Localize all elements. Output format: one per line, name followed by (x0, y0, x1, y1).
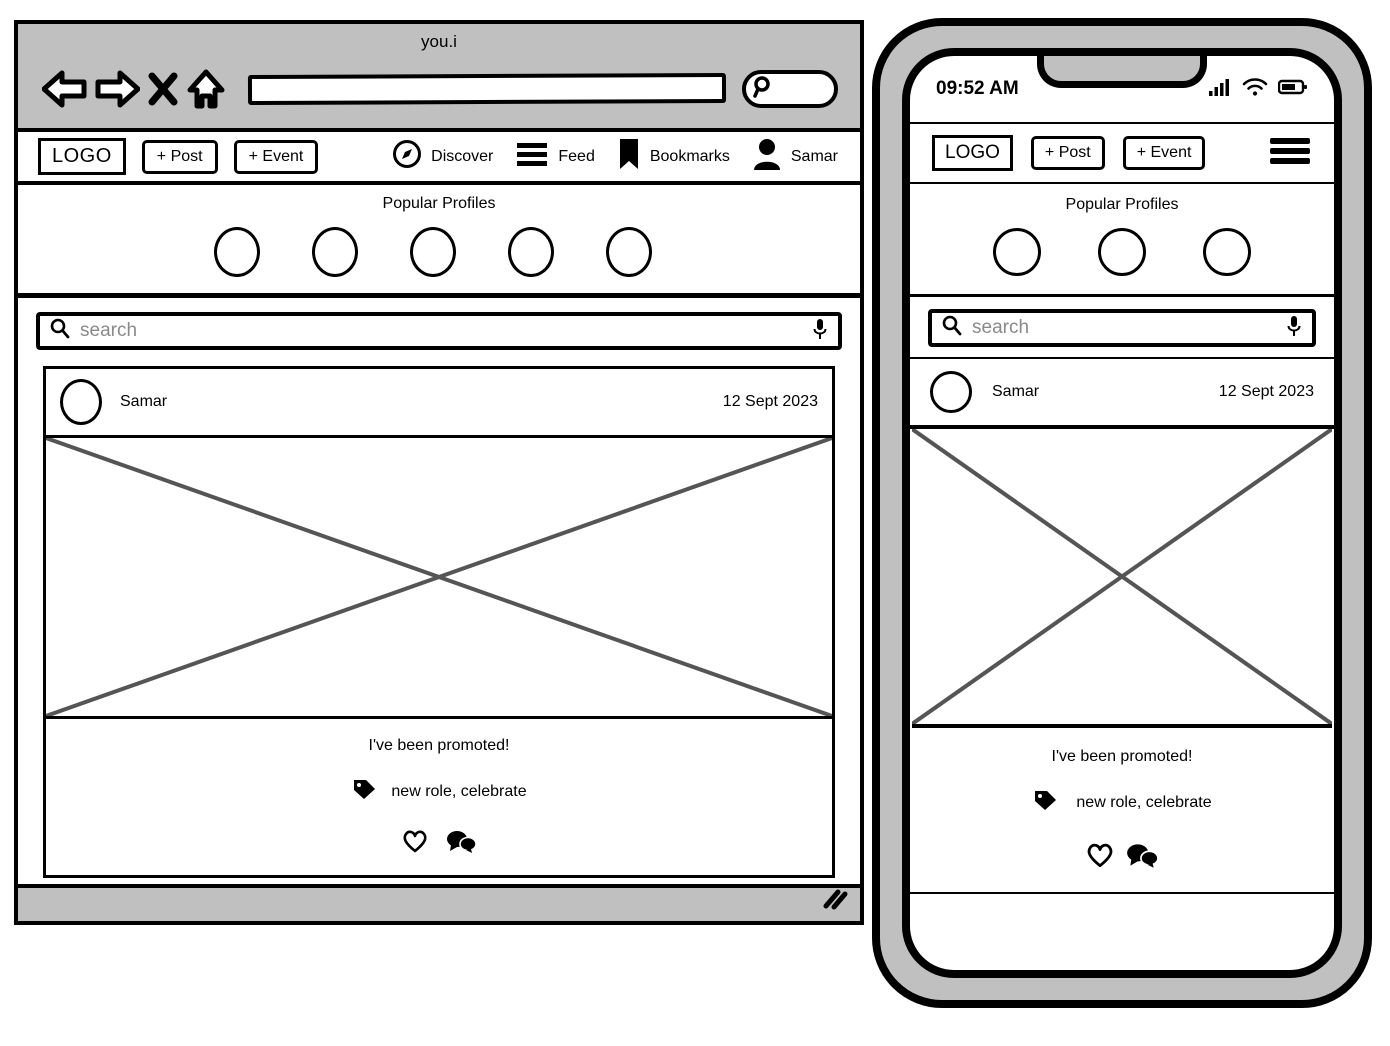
post-actions (46, 828, 832, 859)
avatar[interactable] (930, 371, 972, 413)
post-actions (910, 841, 1334, 874)
comment-icon[interactable] (445, 828, 477, 859)
post-header: Samar 12 Sept 2023 (46, 369, 832, 438)
add-post-button[interactable]: + Post (141, 139, 218, 174)
popular-profiles-list (910, 228, 1334, 276)
add-event-button[interactable]: + Event (233, 139, 319, 174)
search-icon (50, 318, 70, 345)
app-navigation-bar: LOGO + Post + Event Discover Feed Bookma (18, 132, 860, 185)
search-icon (753, 75, 775, 104)
comment-icon[interactable] (1125, 841, 1159, 874)
microphone-icon[interactable] (1286, 314, 1302, 343)
post-caption: I've been promoted! (1051, 748, 1193, 765)
url-input[interactable] (247, 72, 727, 106)
mobile-post-card: Samar 12 Sept 2023 I've been promoted! n… (910, 359, 1334, 894)
browser-search-box[interactable] (742, 70, 838, 108)
post-image-placeholder (46, 438, 832, 719)
status-time: 09:52 AM (936, 78, 1019, 99)
nav-label-bookmarks: Bookmarks (649, 147, 730, 165)
post-author: Samar (120, 393, 168, 410)
avatar[interactable] (410, 227, 456, 277)
post-author: Samar (992, 383, 1040, 400)
resize-grip-icon[interactable] (822, 888, 848, 915)
mobile-phone-frame: 09:52 AM LOGO + Post + Event Popular Pro… (872, 18, 1372, 1008)
bookmark-icon (617, 137, 641, 176)
mobile-screen: 09:52 AM LOGO + Post + Event Popular Pro… (902, 48, 1342, 978)
phone-notch (1037, 56, 1207, 88)
avatar[interactable] (993, 228, 1041, 276)
person-icon (752, 137, 782, 176)
nav-item-profile[interactable]: Samar (752, 137, 838, 176)
mobile-popular-profiles-section: Popular Profiles (910, 184, 1334, 297)
logo[interactable]: LOGO (932, 135, 1013, 171)
search-placeholder: search (972, 317, 1030, 338)
post-card: Samar 12 Sept 2023 I've been promoted! n… (43, 366, 835, 878)
search-placeholder: search (80, 320, 138, 341)
heart-icon[interactable] (401, 828, 429, 859)
mobile-navigation-bar: LOGO + Post + Event (910, 122, 1334, 184)
logo[interactable]: LOGO (38, 138, 126, 175)
battery-icon (1277, 78, 1308, 101)
avatar[interactable] (60, 379, 102, 425)
popular-profiles-title: Popular Profiles (382, 195, 496, 212)
nav-item-feed[interactable]: Feed (515, 141, 595, 172)
post-tags: new role, celebrate (910, 788, 1334, 817)
avatar[interactable] (508, 227, 554, 277)
browser-toolbar (18, 58, 860, 120)
nav-label-discover: Discover (431, 147, 494, 165)
popular-profiles-list (18, 227, 860, 277)
browser-chrome: you.i (18, 24, 860, 132)
signal-bars-icon (1208, 77, 1232, 102)
stop-x-icon[interactable] (146, 69, 180, 109)
nav-label-feed: Feed (558, 147, 595, 165)
nav-item-bookmarks[interactable]: Bookmarks (617, 137, 730, 176)
mobile-search-section: search (910, 297, 1334, 359)
post-body: I've been promoted! new role, celebrate (46, 719, 832, 875)
tag-icon (1032, 788, 1058, 817)
hamburger-menu-icon[interactable] (1268, 135, 1312, 172)
wifi-icon (1242, 77, 1268, 102)
browser-navigation-controls (42, 68, 226, 110)
post-date: 12 Sept 2023 (722, 393, 818, 410)
browser-title: you.i (421, 32, 457, 51)
avatar[interactable] (1203, 228, 1251, 276)
post-tag-label: new role, celebrate (1076, 793, 1212, 811)
post-tags: new role, celebrate (46, 777, 832, 806)
post-date: 12 Sept 2023 (1218, 383, 1314, 400)
forward-arrow-icon[interactable] (94, 69, 140, 109)
post-image-placeholder (912, 429, 1332, 728)
nav-links: Discover Feed Bookmarks Samar (392, 137, 838, 176)
post-tag-label: new role, celebrate (391, 782, 527, 800)
desktop-browser-window: you.i LOGO + Post + Event Discover Feed … (14, 20, 864, 925)
status-icons (1208, 77, 1308, 102)
avatar[interactable] (214, 227, 260, 277)
add-post-button[interactable]: + Post (1030, 136, 1105, 170)
avatar[interactable] (312, 227, 358, 277)
popular-profiles-title: Popular Profiles (1065, 196, 1179, 213)
search-input[interactable]: search (36, 312, 842, 350)
hamburger-icon (515, 141, 549, 172)
search-section: search (18, 298, 860, 358)
heart-icon[interactable] (1085, 841, 1115, 874)
back-arrow-icon[interactable] (42, 69, 88, 109)
add-event-button[interactable]: + Event (1122, 136, 1206, 170)
compass-icon (392, 139, 422, 174)
home-icon[interactable] (186, 68, 226, 110)
post-body: I've been promoted! new role, celebrate (910, 728, 1334, 894)
nav-item-discover[interactable]: Discover (392, 139, 493, 174)
tag-icon (351, 777, 377, 806)
nav-label-profile: Samar (790, 147, 838, 165)
avatar[interactable] (606, 227, 652, 277)
post-header: Samar 12 Sept 2023 (910, 359, 1334, 429)
avatar[interactable] (1098, 228, 1146, 276)
search-input[interactable]: search (928, 309, 1316, 347)
search-icon (942, 315, 962, 342)
microphone-icon[interactable] (812, 317, 828, 346)
popular-profiles-section: Popular Profiles (18, 185, 860, 298)
browser-footer (18, 884, 860, 921)
post-caption: I've been promoted! (368, 737, 510, 754)
